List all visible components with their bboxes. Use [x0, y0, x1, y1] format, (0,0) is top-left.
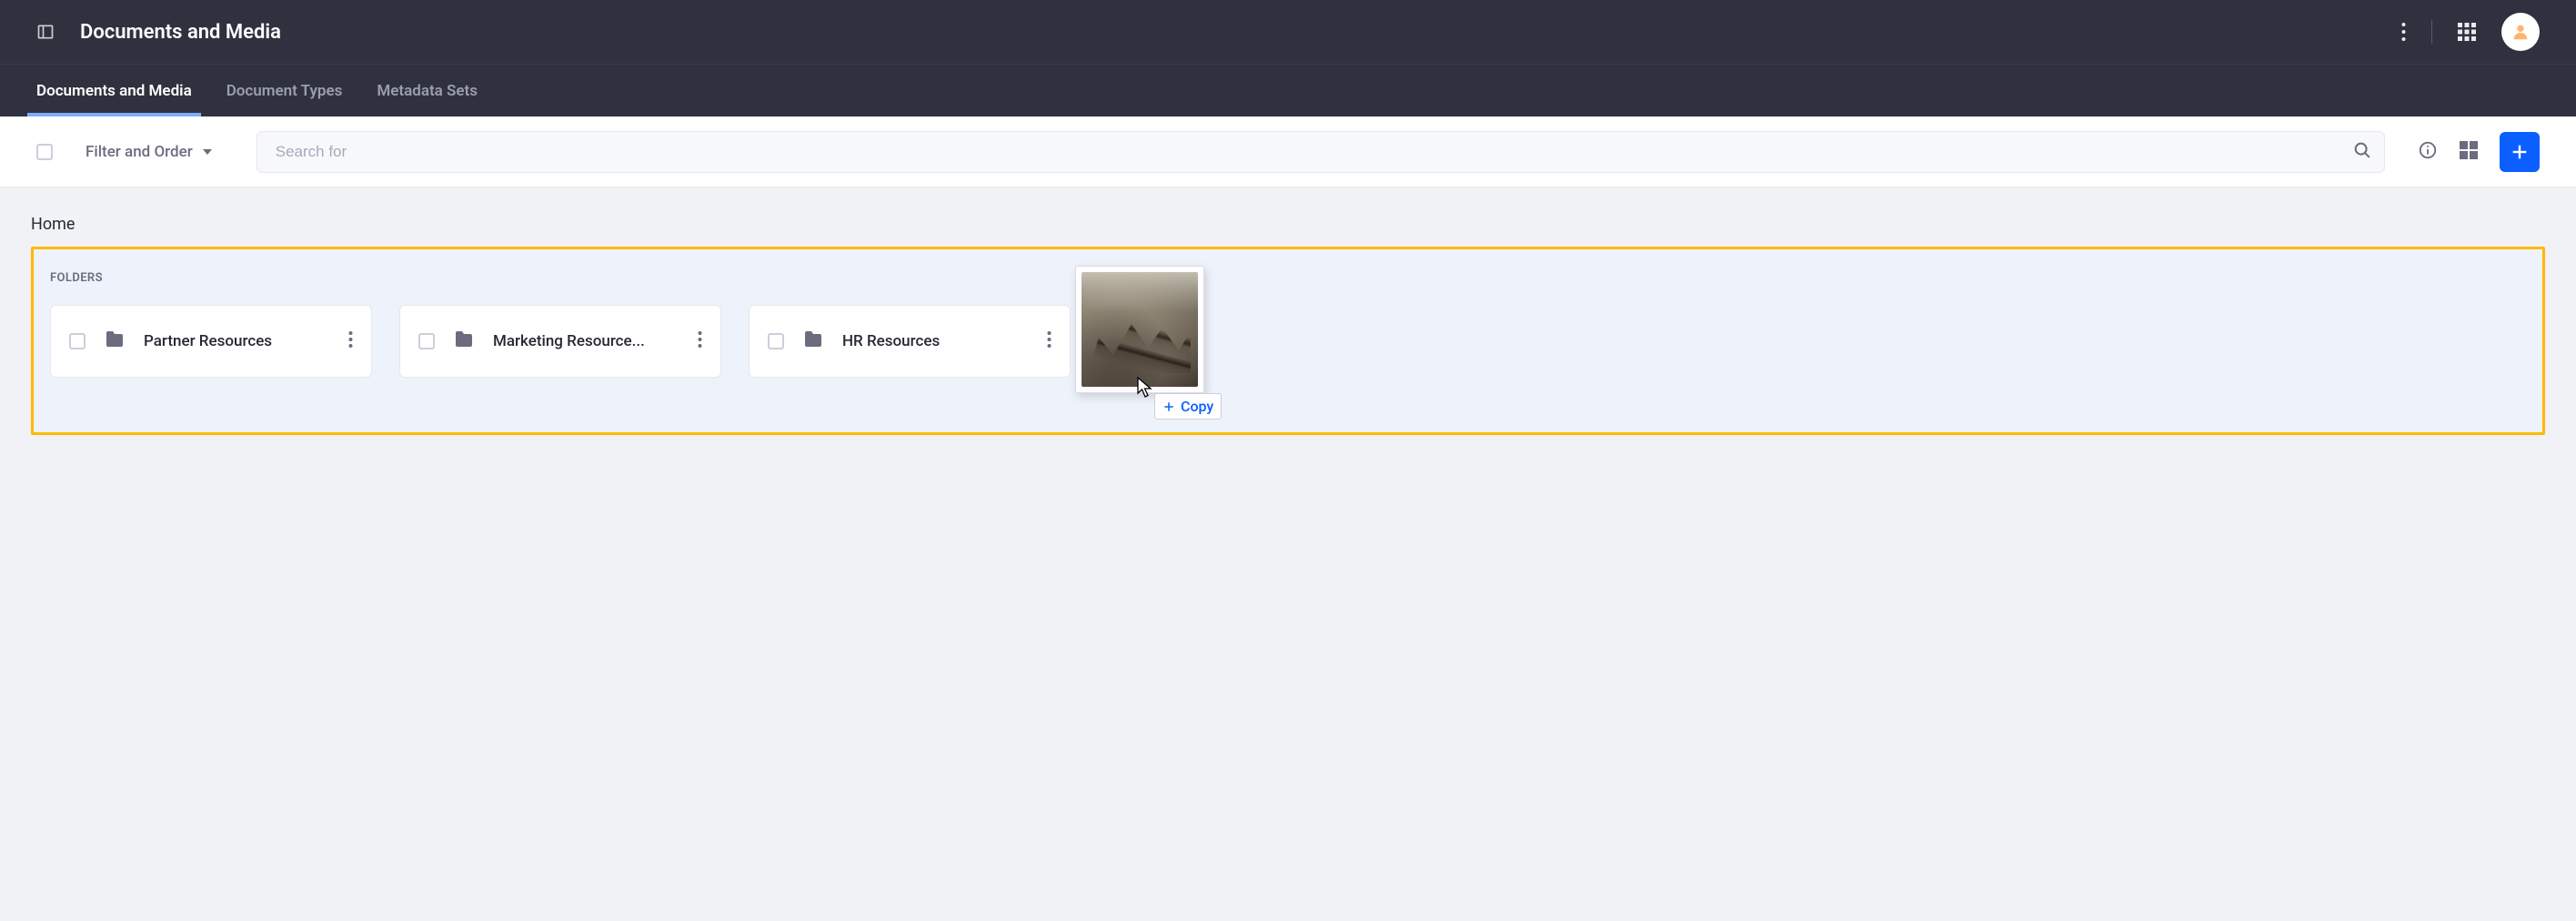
header-divider	[2431, 20, 2432, 44]
caret-down-icon	[202, 147, 213, 157]
drag-preview-thumbnail	[1075, 266, 1204, 393]
breadcrumb[interactable]: Home	[31, 215, 2545, 234]
add-button[interactable]	[2500, 132, 2540, 172]
filter-order-label: Filter and Order	[86, 143, 193, 161]
avatar[interactable]	[2501, 13, 2540, 51]
tab-document-types[interactable]: Document Types	[226, 65, 343, 116]
folders-section-label: FOLDERS	[50, 271, 2526, 285]
select-all-checkbox[interactable]	[36, 144, 53, 160]
tab-label: Document Types	[226, 82, 343, 100]
copy-badge: Copy	[1154, 393, 1222, 420]
folder-card[interactable]: HR Resources	[749, 305, 1071, 378]
panel-toggle-icon[interactable]	[36, 23, 55, 41]
folder-select-checkbox[interactable]	[69, 333, 86, 349]
folder-icon	[104, 329, 126, 354]
copy-label: Copy	[1181, 398, 1213, 415]
folder-icon	[802, 329, 824, 354]
content: Home FOLDERS Partner Resources Marketin	[0, 187, 2576, 462]
plus-icon	[1162, 400, 1175, 413]
folder-more-icon[interactable]	[692, 325, 708, 358]
header-bar: Documents and Media	[0, 0, 2576, 64]
folder-select-checkbox[interactable]	[418, 333, 435, 349]
breadcrumb-home: Home	[31, 215, 75, 234]
folder-name: Partner Resources	[144, 332, 325, 350]
search-input[interactable]	[257, 131, 2385, 173]
header-more-icon[interactable]	[2401, 22, 2406, 42]
page-title: Documents and Media	[80, 21, 281, 44]
folder-icon	[453, 329, 475, 354]
folder-name: Marketing Resource...	[493, 332, 674, 350]
header-left: Documents and Media	[36, 21, 2401, 44]
search-icon[interactable]	[2352, 140, 2372, 164]
drag-preview-image	[1082, 272, 1198, 387]
folder-grid: Partner Resources Marketing Resource...	[50, 305, 2526, 378]
folder-card[interactable]: Partner Resources	[50, 305, 372, 378]
tab-documents-and-media[interactable]: Documents and Media	[36, 65, 192, 116]
tab-metadata-sets[interactable]: Metadata Sets	[377, 65, 478, 116]
filter-order-dropdown[interactable]: Filter and Order	[86, 143, 213, 161]
toolbar: Filter and Order	[0, 116, 2576, 187]
folder-card[interactable]: Marketing Resource...	[399, 305, 721, 378]
drop-zone[interactable]: FOLDERS Partner Resources Marketing Reso…	[31, 247, 2545, 435]
header-right	[2401, 13, 2540, 51]
info-icon[interactable]	[2418, 140, 2438, 164]
folder-select-checkbox[interactable]	[768, 333, 784, 349]
folder-more-icon[interactable]	[343, 325, 358, 358]
tab-label: Documents and Media	[36, 82, 192, 100]
view-cards-icon[interactable]	[2460, 141, 2478, 163]
folder-more-icon[interactable]	[1041, 325, 1057, 358]
tabs-bar: Documents and Media Document Types Metad…	[0, 64, 2576, 116]
apps-grid-icon[interactable]	[2458, 23, 2476, 41]
toolbar-right	[2418, 132, 2540, 172]
search-wrap	[257, 131, 2385, 173]
tab-label: Metadata Sets	[377, 82, 478, 100]
folder-name: HR Resources	[842, 332, 1023, 350]
